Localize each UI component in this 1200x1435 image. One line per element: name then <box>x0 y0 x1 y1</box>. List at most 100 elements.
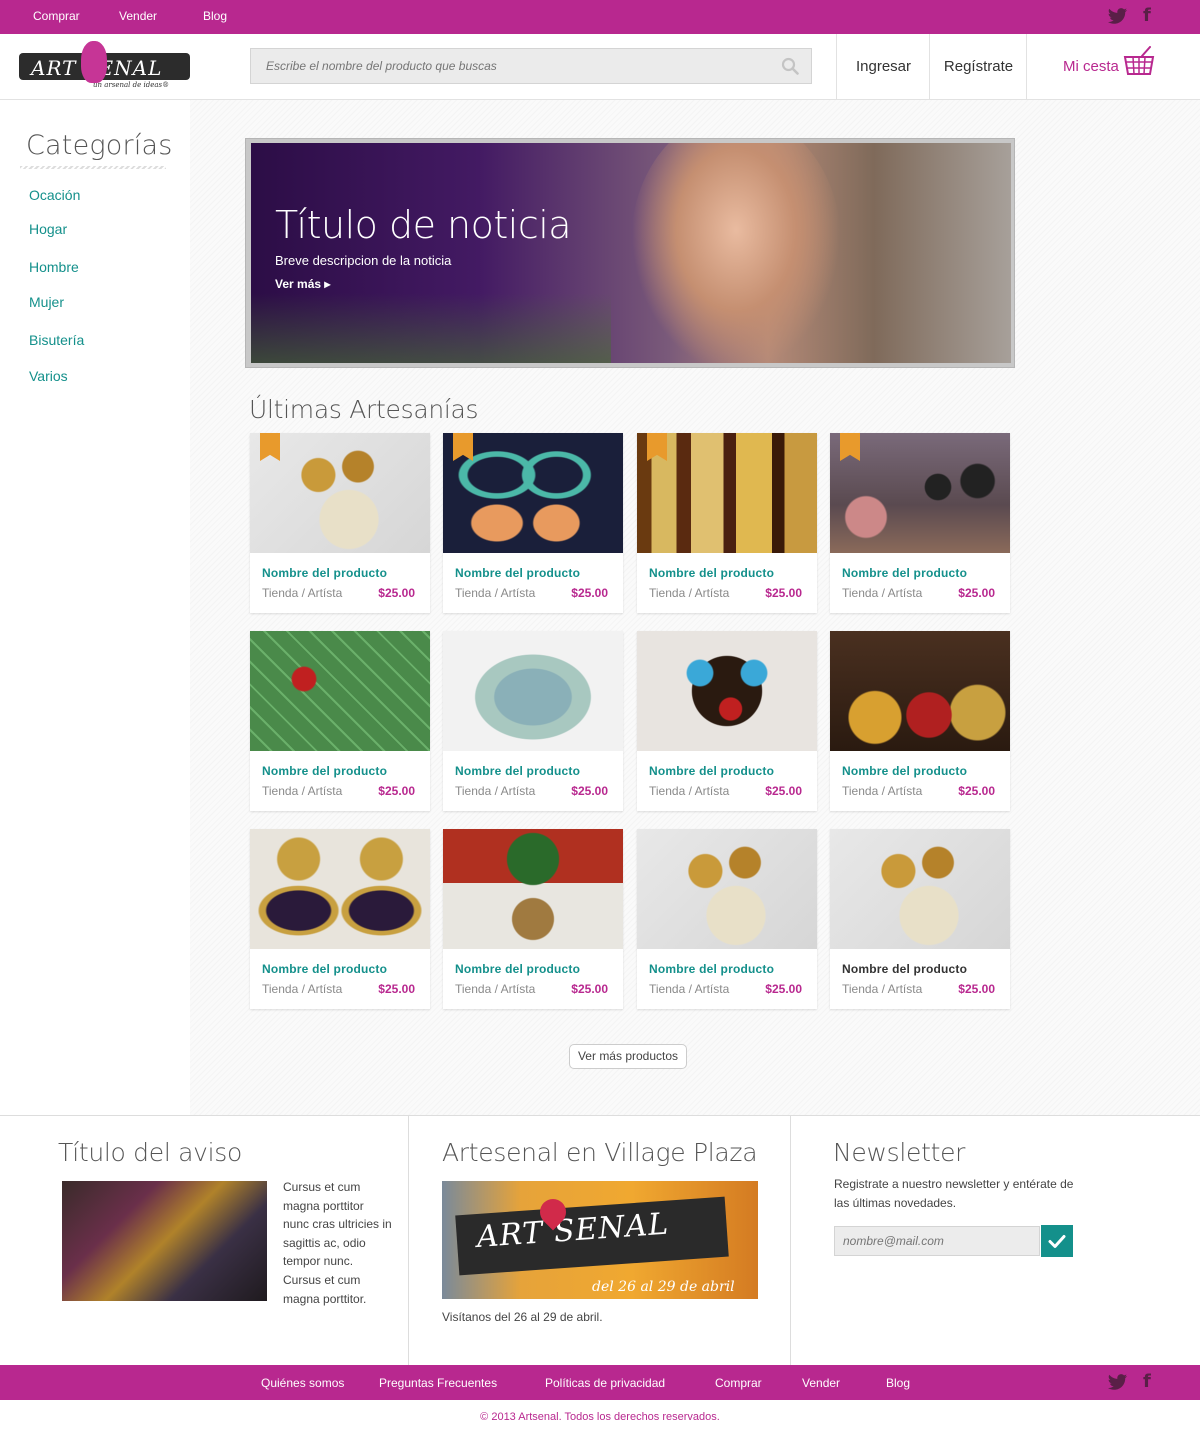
product-price: $25.00 <box>765 586 802 600</box>
product-shop[interactable]: Tienda / Artísta <box>455 982 535 996</box>
product-name[interactable]: Nombre del producto <box>649 962 774 976</box>
product-name[interactable]: Nombre del producto <box>649 764 774 778</box>
product-card[interactable]: Nombre del producto Tienda / Artísta $25… <box>637 433 817 613</box>
product-shop[interactable]: Tienda / Artísta <box>842 982 922 996</box>
product-card[interactable]: Nombre del producto Tienda / Artísta $25… <box>637 631 817 811</box>
footer-link-quienes-somos[interactable]: Quiénes somos <box>261 1376 344 1390</box>
product-name[interactable]: Nombre del producto <box>455 764 580 778</box>
product-price: $25.00 <box>571 784 608 798</box>
product-name[interactable]: Nombre del producto <box>842 764 967 778</box>
product-name[interactable]: Nombre del producto <box>649 566 774 580</box>
product-shop[interactable]: Tienda / Artísta <box>842 586 922 600</box>
product-card[interactable]: Nombre del producto Tienda / Artísta $25… <box>250 433 430 613</box>
twitter-icon[interactable] <box>1108 1374 1128 1394</box>
login-button[interactable]: Ingresar <box>836 34 930 99</box>
product-card[interactable]: Nombre del producto Tienda / Artísta $25… <box>830 829 1010 1009</box>
category-ocacion[interactable]: Ocación <box>29 187 80 203</box>
cart-label: Mi cesta <box>1063 58 1119 75</box>
search-box <box>250 48 812 84</box>
footer-link-vender[interactable]: Vender <box>802 1376 840 1390</box>
facebook-icon[interactable]: f <box>1143 1371 1151 1392</box>
product-shop[interactable]: Tienda / Artísta <box>842 784 922 798</box>
product-shop[interactable]: Tienda / Artísta <box>649 784 729 798</box>
newsletter-title: Newsletter <box>833 1138 966 1167</box>
footer-link-privacidad[interactable]: Políticas de privacidad <box>545 1376 665 1390</box>
product-name[interactable]: Nombre del producto <box>262 764 387 778</box>
product-shop[interactable]: Tienda / Artísta <box>262 586 342 600</box>
product-card[interactable]: Nombre del producto Tienda / Artísta $25… <box>250 829 430 1009</box>
village-banner-image[interactable]: ART SENAL del 26 al 29 de abril <box>442 1181 758 1299</box>
product-card[interactable]: Nombre del producto Tienda / Artísta $25… <box>443 631 623 811</box>
categories-divider <box>20 166 166 169</box>
header: ART SENAL un arsenal de ideas® Ingresar … <box>0 34 1200 100</box>
category-mujer[interactable]: Mujer <box>29 294 64 310</box>
twitter-icon[interactable] <box>1108 8 1128 28</box>
checkmark-icon <box>1048 1235 1066 1248</box>
product-card[interactable]: Nombre del producto Tienda / Artísta $25… <box>443 829 623 1009</box>
facebook-icon[interactable]: f <box>1143 5 1151 26</box>
product-price: $25.00 <box>378 982 415 996</box>
footer-link-comprar[interactable]: Comprar <box>715 1376 762 1390</box>
product-name[interactable]: Nombre del producto <box>455 566 580 580</box>
hero-photo <box>631 143 841 363</box>
product-card[interactable]: Nombre del producto Tienda / Artísta $25… <box>830 631 1010 811</box>
footer-link-faq[interactable]: Preguntas Frecuentes <box>379 1376 497 1390</box>
village-banner-text: ART SENAL <box>475 1206 671 1255</box>
village-banner-label: ART SENAL <box>455 1196 729 1276</box>
grenade-icon <box>81 41 107 83</box>
product-card[interactable]: Nombre del producto Tienda / Artísta $25… <box>830 433 1010 613</box>
logo-tagline: un arsenal de ideas® <box>93 81 170 89</box>
product-name[interactable]: Nombre del producto <box>262 962 387 976</box>
logo[interactable]: ART SENAL un arsenal de ideas® <box>19 41 199 95</box>
newsletter-submit-button[interactable] <box>1041 1225 1073 1257</box>
hero-banner[interactable]: Título de noticia Breve descripcion de l… <box>245 138 1015 368</box>
product-image <box>250 631 430 751</box>
product-price: $25.00 <box>571 586 608 600</box>
aviso-image[interactable] <box>62 1181 267 1301</box>
product-price: $25.00 <box>958 784 995 798</box>
topnav-vender[interactable]: Vender <box>119 9 157 23</box>
category-hombre[interactable]: Hombre <box>29 259 79 275</box>
register-button[interactable]: Regístrate <box>929 34 1027 99</box>
product-name[interactable]: Nombre del producto <box>455 962 580 976</box>
category-varios[interactable]: Varios <box>29 368 68 384</box>
topnav-blog[interactable]: Blog <box>203 9 227 23</box>
product-card[interactable]: Nombre del producto Tienda / Artísta $25… <box>250 631 430 811</box>
product-shop[interactable]: Tienda / Artísta <box>649 586 729 600</box>
newsletter-email-input[interactable] <box>834 1226 1040 1256</box>
product-image <box>637 829 817 949</box>
topnav-comprar[interactable]: Comprar <box>33 9 80 23</box>
village-title: Artesenal en Village Plaza <box>442 1138 758 1167</box>
newsletter-text: Registrate a nuestro newsletter y entéra… <box>834 1177 1074 1210</box>
hero-description: Breve descripcion de la noticia <box>275 253 452 268</box>
village-caption: Visítanos del 26 al 29 de abril. <box>442 1310 603 1324</box>
category-bisuteria[interactable]: Bisutería <box>29 332 84 348</box>
product-card[interactable]: Nombre del producto Tienda / Artísta $25… <box>637 829 817 1009</box>
column-divider <box>408 1116 409 1366</box>
product-name[interactable]: Nombre del producto <box>262 566 387 580</box>
product-shop[interactable]: Tienda / Artísta <box>649 982 729 996</box>
village-banner-dates: del 26 al 29 de abril <box>592 1279 735 1295</box>
product-shop[interactable]: Tienda / Artísta <box>262 982 342 996</box>
more-products-button[interactable]: Ver más productos <box>569 1044 687 1069</box>
footer-link-blog[interactable]: Blog <box>886 1376 910 1390</box>
footer-widgets: Título del aviso Cursus et cum magna por… <box>0 1115 1200 1366</box>
product-name[interactable]: Nombre del producto <box>842 962 967 976</box>
product-image <box>250 829 430 949</box>
product-image <box>443 829 623 949</box>
hero-image: Título de noticia Breve descripcion de l… <box>251 143 1011 363</box>
product-shop[interactable]: Tienda / Artísta <box>262 784 342 798</box>
category-hogar[interactable]: Hogar <box>29 221 67 237</box>
hero-more-link[interactable]: Ver más ▸ <box>275 277 330 291</box>
search-input[interactable] <box>251 49 761 83</box>
product-name[interactable]: Nombre del producto <box>842 566 967 580</box>
column-divider <box>790 1116 791 1366</box>
search-icon[interactable] <box>781 57 799 75</box>
top-bar: Comprar Vender Blog f <box>0 0 1200 34</box>
footer-nav: Quiénes somos Preguntas Frecuentes Polít… <box>0 1365 1200 1400</box>
product-image <box>637 631 817 751</box>
product-card[interactable]: Nombre del producto Tienda / Artísta $25… <box>443 433 623 613</box>
product-shop[interactable]: Tienda / Artísta <box>455 784 535 798</box>
product-price: $25.00 <box>765 784 802 798</box>
product-shop[interactable]: Tienda / Artísta <box>455 586 535 600</box>
